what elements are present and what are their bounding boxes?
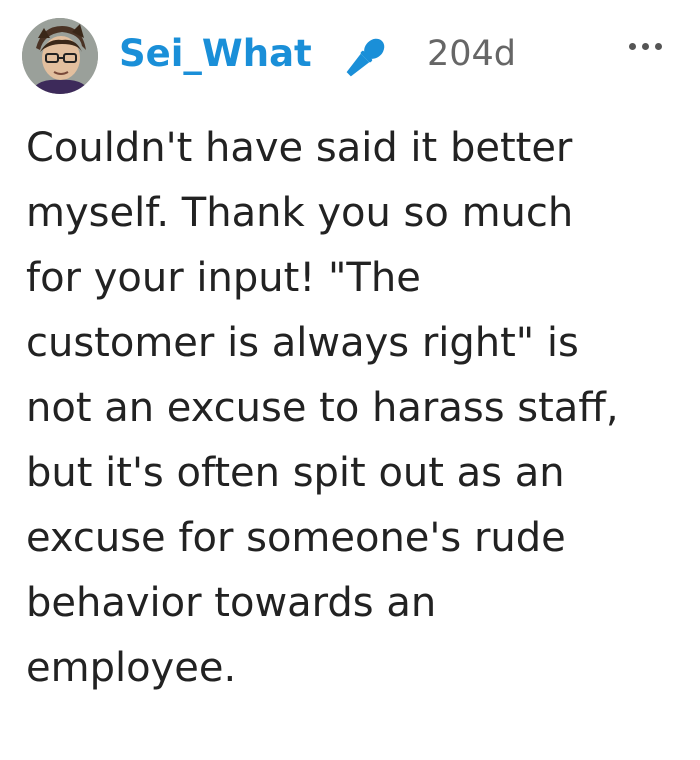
timestamp: 204d: [427, 34, 517, 74]
more-options-icon: [628, 42, 636, 50]
microphone-icon: [346, 38, 385, 77]
more-options-icon-dot: [641, 42, 649, 50]
comment-card: Sei_What 204d Couldn't have said it bett…: [0, 0, 700, 760]
avatar-image-icon: [22, 18, 98, 94]
more-options-button[interactable]: [620, 26, 670, 66]
username-link[interactable]: Sei_What: [119, 32, 312, 76]
avatar[interactable]: [22, 18, 98, 94]
more-options-icon-dot: [654, 42, 662, 50]
comment-body: Couldn't have said it better myself. Tha…: [26, 125, 619, 691]
comment-header: Sei_What 204d: [22, 18, 682, 94]
